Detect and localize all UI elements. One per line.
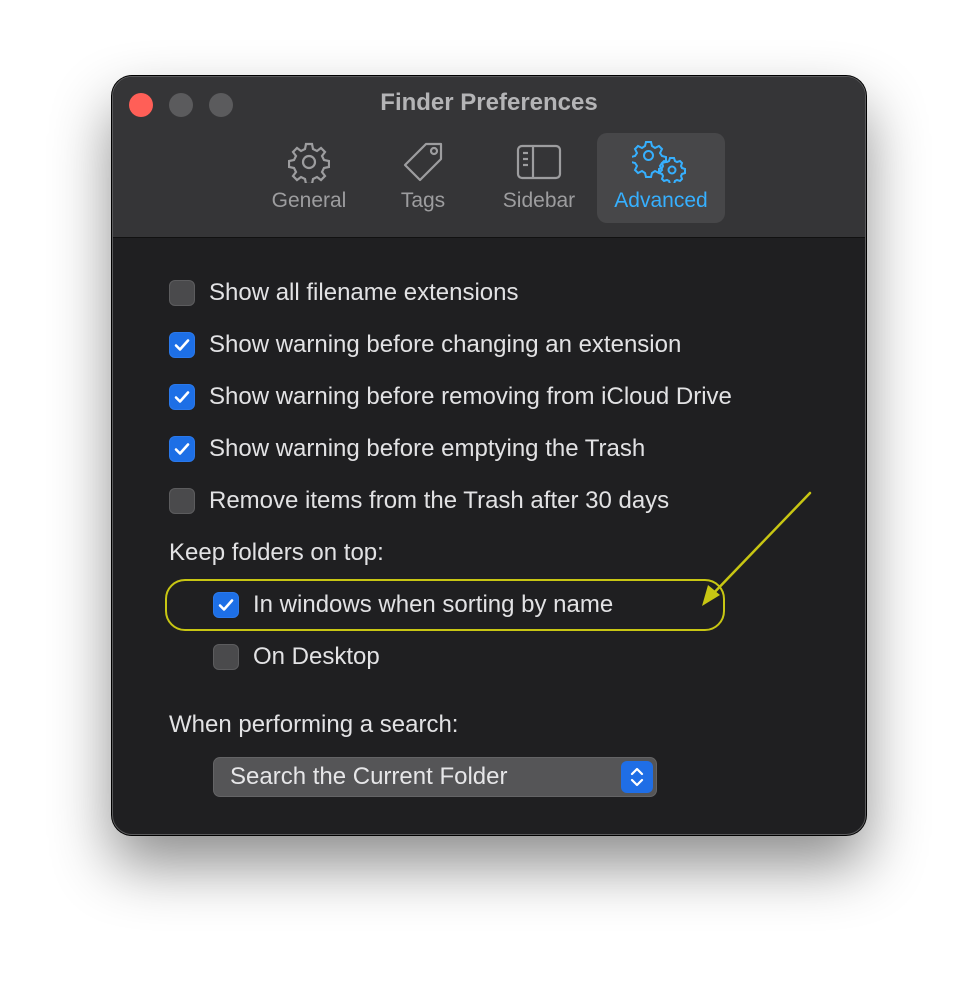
checkbox[interactable] xyxy=(169,436,195,462)
tab-sidebar[interactable]: Sidebar xyxy=(493,133,585,223)
option-warn-change-extension[interactable]: Show warning before changing an extensio… xyxy=(169,331,681,359)
option-warn-trash[interactable]: Show warning before emptying the Trash xyxy=(169,435,645,463)
option-label: In windows when sorting by name xyxy=(253,591,614,618)
search-scope-popup[interactable]: Search the Current Folder xyxy=(213,757,657,797)
tab-advanced[interactable]: Advanced xyxy=(597,133,725,223)
title-bar: Finder Preferences General Tags Sidebar … xyxy=(113,77,865,238)
tab-general[interactable]: General xyxy=(263,133,355,223)
option-label: Show warning before changing an extensio… xyxy=(209,331,682,358)
search-scope-value: Search the Current Folder xyxy=(230,763,508,790)
checkbox[interactable] xyxy=(213,644,239,670)
sidebar-icon xyxy=(516,144,562,180)
option-label: Remove items from the Trash after 30 day… xyxy=(209,487,670,514)
tag-icon xyxy=(403,142,443,182)
chevron-up-down-icon xyxy=(630,767,644,787)
checkbox[interactable] xyxy=(169,280,195,306)
checkmark-icon xyxy=(174,443,190,455)
option-label: On Desktop xyxy=(253,643,380,670)
option-warn-icloud[interactable]: Show warning before removing from iCloud… xyxy=(169,383,732,411)
checkbox[interactable] xyxy=(213,592,239,618)
popup-stepper[interactable] xyxy=(621,761,653,793)
finder-preferences-window: Finder Preferences General Tags Sidebar … xyxy=(112,76,866,835)
checkbox[interactable] xyxy=(169,384,195,410)
tab-label: Sidebar xyxy=(502,189,576,212)
checkmark-icon xyxy=(174,339,190,351)
tab-label: General xyxy=(271,189,347,212)
option-folders-on-desktop[interactable]: On Desktop xyxy=(213,643,380,671)
checkmark-icon xyxy=(174,391,190,403)
keep-folders-heading: Keep folders on top: xyxy=(169,539,384,566)
option-label: Show warning before emptying the Trash xyxy=(209,435,646,462)
gears-icon xyxy=(632,141,686,183)
gear-icon xyxy=(288,142,330,183)
option-folders-in-windows[interactable]: In windows when sorting by name xyxy=(213,591,613,619)
checkbox[interactable] xyxy=(169,488,195,514)
window-title: Finder Preferences xyxy=(380,89,598,116)
option-label: Show warning before removing from iCloud… xyxy=(209,383,732,410)
tab-tags[interactable]: Tags xyxy=(381,133,465,223)
option-label: Show all filename extensions xyxy=(209,279,519,306)
tab-label: Tags xyxy=(400,189,446,212)
option-show-extensions[interactable]: Show all filename extensions xyxy=(169,279,519,307)
checkbox[interactable] xyxy=(169,332,195,358)
tab-label: Advanced xyxy=(614,189,708,212)
search-heading: When performing a search: xyxy=(169,711,459,738)
checkmark-icon xyxy=(218,599,234,611)
option-remove-trash-30-days[interactable]: Remove items from the Trash after 30 day… xyxy=(169,487,669,515)
